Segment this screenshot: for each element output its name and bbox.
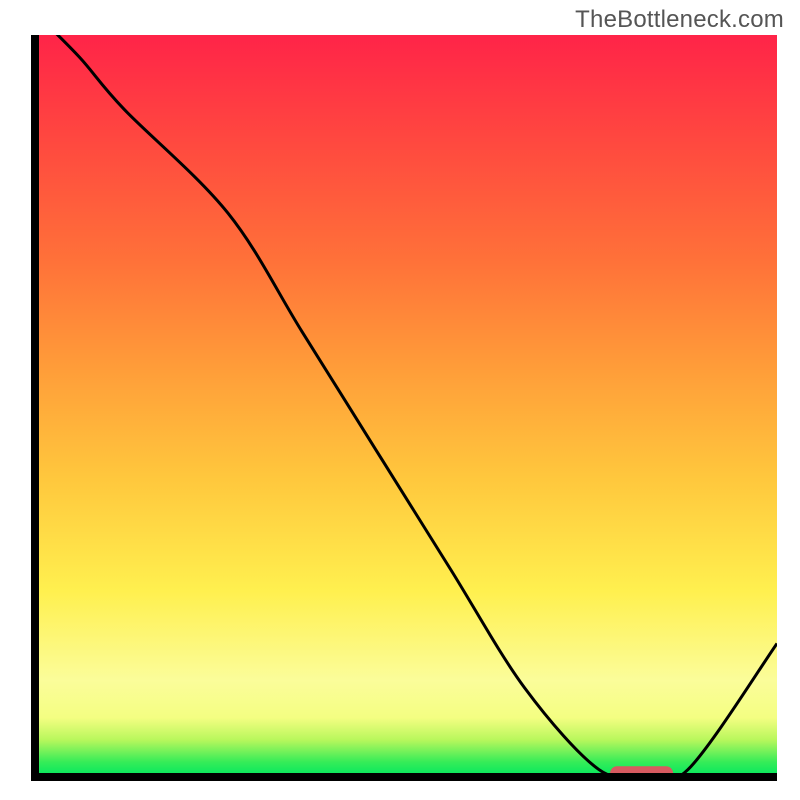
gradient-background <box>35 35 777 777</box>
bottleneck-chart: TheBottleneck.com <box>0 0 800 800</box>
chart-svg <box>0 0 800 800</box>
watermark-label: TheBottleneck.com <box>575 6 784 34</box>
